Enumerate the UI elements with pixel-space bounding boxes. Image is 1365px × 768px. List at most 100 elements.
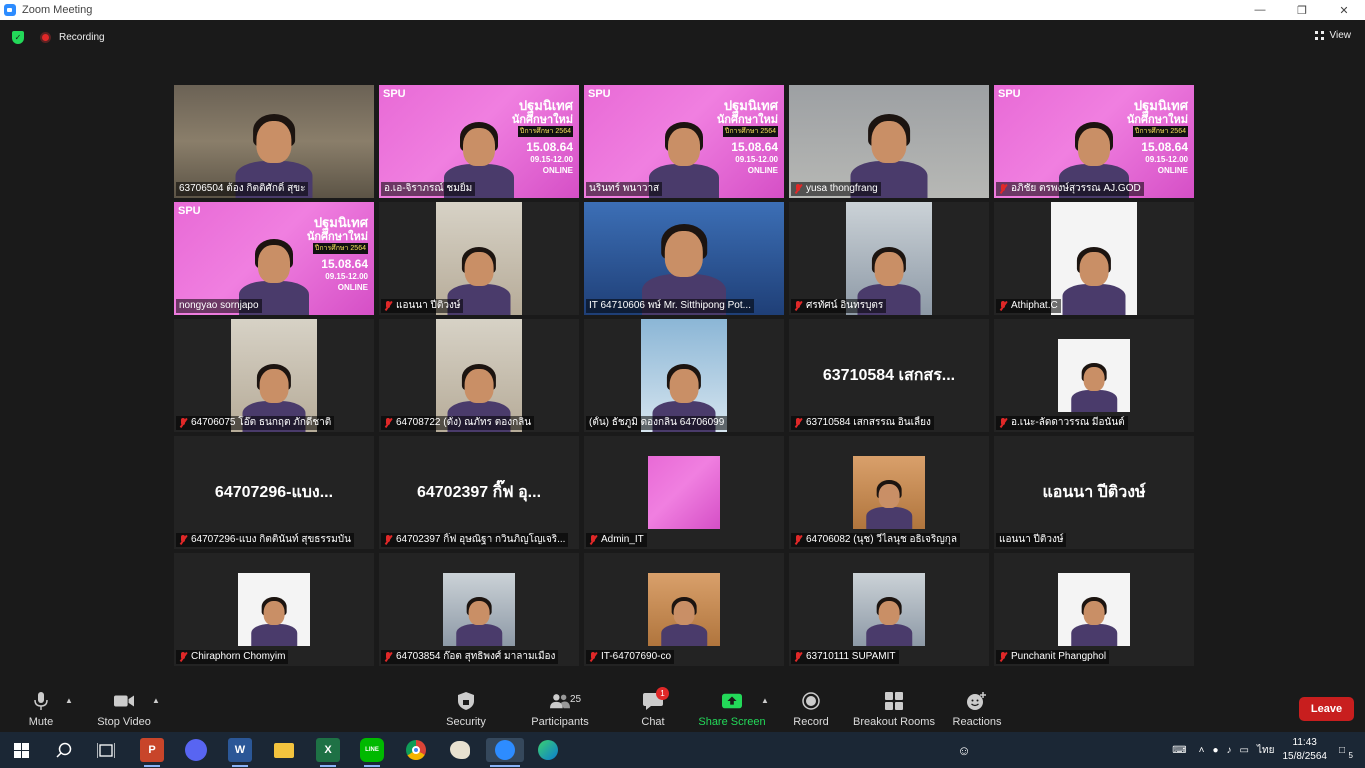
participant-avatar: [853, 573, 925, 646]
reactions-button[interactable]: Reactions: [952, 688, 1002, 732]
clock[interactable]: 11:43 15/8/2564: [1282, 736, 1327, 764]
line-app-icon[interactable]: LINE: [360, 738, 384, 767]
grid-view-icon: [1314, 31, 1324, 40]
share-screen-button[interactable]: Share Screen: [698, 688, 766, 732]
participant-tile[interactable]: อ.เนะ-ลัดดาวรรณ มีอนันต์: [994, 319, 1194, 432]
chrome-icon[interactable]: [404, 738, 428, 762]
participant-face: [878, 600, 900, 626]
participant-tile[interactable]: แอนนา ปีติวงษ์: [379, 202, 579, 315]
windows-start-icon[interactable]: [9, 738, 33, 762]
excel-icon[interactable]: X: [316, 738, 340, 767]
file-explorer-icon[interactable]: [272, 738, 296, 762]
participant-tile[interactable]: ศรทัศน์ อินทรบุตร: [789, 202, 989, 315]
participant-face: [668, 128, 700, 166]
participant-face: [673, 600, 695, 626]
participant-tile[interactable]: 64707296-แบง... 64707296-แบง กิตตินันท์ ส…: [174, 436, 374, 549]
battery-icon[interactable]: ▭: [1240, 745, 1249, 756]
encryption-shield-icon[interactable]: ✓: [12, 31, 24, 44]
participant-body: [456, 623, 502, 646]
participants-icon: 25: [550, 692, 581, 710]
participant-tile[interactable]: 64702397 กิ๊ฟ อุ... 64702397 กิ๊ฟ อุษณิฐา…: [379, 436, 579, 549]
participant-tile[interactable]: SPU ปฐมนิเทศ นักศึกษาใหม่ ปีการศึกษา 2564 15…: [584, 85, 784, 198]
participant-tile[interactable]: SPU ปฐมนิเทศ นักศึกษาใหม่ ปีการศึกษา 2564 15…: [994, 85, 1194, 198]
participant-tile[interactable]: SPU ปฐมนิเทศ นักศึกษาใหม่ ปีการศึกษา 2564 15…: [379, 85, 579, 198]
leave-button[interactable]: Leave: [1299, 697, 1354, 721]
participant-face: [669, 369, 699, 404]
participant-tile[interactable]: 63710111 SUPAMIT: [789, 553, 989, 666]
word-icon[interactable]: W: [228, 738, 252, 767]
participant-tile[interactable]: 64703854 ก๊อต สุทธิพงศ์ มาลามเมือง: [379, 553, 579, 666]
video-options-chevron-icon[interactable]: ▲: [152, 696, 160, 705]
participant-body: [1062, 284, 1126, 315]
participant-tile[interactable]: Athiphat.C: [994, 202, 1194, 315]
participant-tile[interactable]: Chiraphorn Chomyim: [174, 553, 374, 666]
share-options-chevron-icon[interactable]: ▲: [761, 696, 769, 705]
recording-indicator[interactable]: Recording: [40, 32, 105, 43]
notifications-button[interactable]: □ 5: [1339, 745, 1353, 760]
mute-button[interactable]: Mute: [24, 688, 58, 732]
audio-options-chevron-icon[interactable]: ▲: [65, 696, 73, 705]
participant-face: [878, 483, 900, 509]
participant-name: นรินทร์ พนาวาส: [589, 183, 660, 194]
task-view-icon[interactable]: [94, 738, 118, 762]
paint-icon[interactable]: [448, 738, 472, 762]
participants-button[interactable]: 25 Participants: [530, 688, 590, 732]
participant-name: Athiphat.C: [1011, 300, 1058, 311]
maximize-button[interactable]: ❐: [1281, 0, 1323, 20]
participant-name: yusa thongfrang: [806, 183, 878, 194]
participant-name-label: 64706075 โอ๊ต ธนกฤต ภักดีชาติ: [176, 416, 335, 430]
volume-icon[interactable]: ♪: [1227, 745, 1232, 756]
view-button[interactable]: View: [1314, 30, 1352, 41]
muted-microphone-icon: [794, 418, 802, 428]
participant-tile[interactable]: 64706082 (นุช) วีไลนุช อธิเจริญกุล: [789, 436, 989, 549]
participant-name-label: อภิชัย ตรพงษ์สุวรรณ AJ.GOD: [996, 182, 1144, 196]
participant-tile[interactable]: IT 64710606 พษ์ Mr. Sitthipong Pot...: [584, 202, 784, 315]
search-icon[interactable]: [52, 738, 76, 762]
banner-date: 15.08.64: [1141, 140, 1188, 154]
participant-tile[interactable]: Punchanit Phangphol: [994, 553, 1194, 666]
participant-figure: [863, 464, 915, 529]
participant-face: [263, 600, 285, 626]
banner-time: 09.15-12.00: [735, 155, 778, 164]
recording-label: Recording: [59, 32, 105, 43]
participant-name-label: Athiphat.C: [996, 299, 1061, 313]
participant-tile[interactable]: 64706075 โอ๊ต ธนกฤต ภักดีชาติ: [174, 319, 374, 432]
record-button[interactable]: Record: [792, 688, 830, 732]
powerpoint-icon[interactable]: P: [140, 738, 164, 767]
participant-tile[interactable]: IT-64707690-co: [584, 553, 784, 666]
keyboard-icon[interactable]: ⌨: [1172, 745, 1186, 756]
participant-tile[interactable]: แอนนา ปีติวงษ์ แอนนา ปีติวงษ์: [994, 436, 1194, 549]
security-button[interactable]: Security: [444, 688, 488, 732]
chat-button[interactable]: 1 Chat: [638, 687, 669, 732]
chevron-up-icon[interactable]: ˄: [1199, 745, 1205, 756]
breakout-rooms-button[interactable]: Breakout Rooms: [852, 688, 936, 732]
participant-face: [464, 252, 494, 287]
participant-tile[interactable]: 63710584 เสกสร... 63710584 เสกสรรณ อินเลี…: [789, 319, 989, 432]
participant-tile[interactable]: yusa thongfrang: [789, 85, 989, 198]
minimize-button[interactable]: —: [1239, 0, 1281, 20]
stop-video-button[interactable]: Stop Video: [96, 688, 152, 732]
language-indicator[interactable]: ไทย: [1257, 743, 1274, 758]
muted-microphone-icon: [384, 301, 392, 311]
participant-name: แอนนา ปีติวงษ์: [999, 534, 1064, 545]
participant-tile[interactable]: Admin_IT: [584, 436, 784, 549]
muted-microphone-icon: [999, 418, 1007, 428]
people-icon[interactable]: ☺: [952, 738, 976, 762]
microphone-tray-icon[interactable]: ●: [1212, 745, 1218, 756]
participant-tile[interactable]: SPU ปฐมนิเทศ นักศึกษาใหม่ ปีการศึกษา 2564 15…: [174, 202, 374, 315]
participant-tile[interactable]: 64708722 (ตั๋ง) ณภัทร ตองกลิ่น: [379, 319, 579, 432]
discord-icon[interactable]: [184, 738, 208, 762]
view-label: View: [1329, 30, 1352, 41]
participant-body: [866, 506, 912, 529]
zoom-taskbar-icon[interactable]: [486, 738, 524, 767]
participant-name: Punchanit Phangphol: [1011, 651, 1107, 662]
close-button[interactable]: ✕: [1323, 0, 1365, 20]
participant-tile[interactable]: (ตั้น) ธัชภูมิ ดองกลิ่น 64706099: [584, 319, 784, 432]
participant-name-label: Admin_IT: [586, 533, 647, 547]
edge-icon[interactable]: [536, 738, 560, 762]
participant-name: Admin_IT: [601, 534, 644, 545]
participant-figure: [1058, 225, 1130, 315]
mute-label: Mute: [28, 716, 54, 728]
participant-avatar: [238, 573, 310, 646]
participant-tile[interactable]: 63706504 ต้อง กิตติศักดิ์ สุขะ: [174, 85, 374, 198]
